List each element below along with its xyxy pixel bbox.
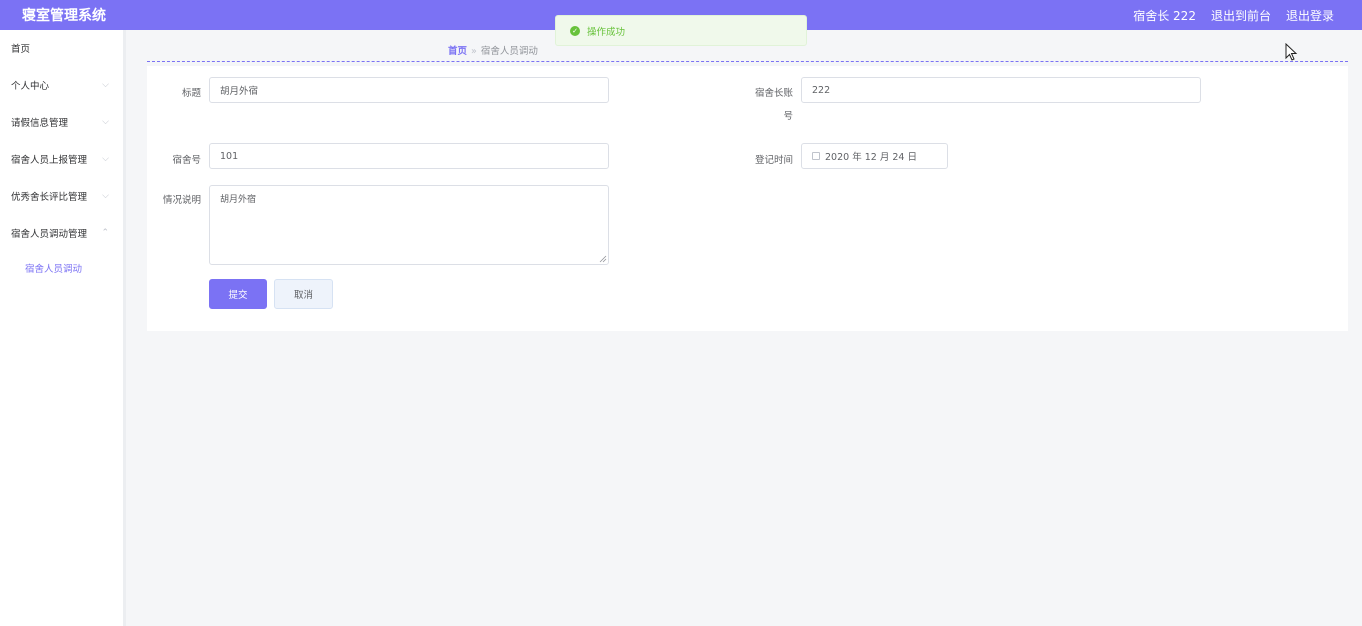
- sidebar-item-label: 请假信息管理: [11, 117, 69, 129]
- cancel-button[interactable]: 取消: [274, 279, 333, 309]
- sidebar-subitem-transfer[interactable]: 宿舍人员调动: [0, 251, 123, 285]
- sidebar-item-leave-management[interactable]: 请假信息管理 ⌵: [0, 103, 123, 140]
- breadcrumb-home[interactable]: 首页: [448, 46, 467, 57]
- chevron-down-icon: ⌵: [102, 116, 109, 127]
- breadcrumb-separator: »: [471, 46, 477, 57]
- chevron-down-icon: ⌵: [102, 79, 109, 90]
- sidebar-item-report-management[interactable]: 宿舍人员上报管理 ⌵: [0, 140, 123, 177]
- form-panel: 标题 胡月外宿 宿舍长账 号 222 宿舍号 101 登记时间 2020 年 1…: [147, 66, 1348, 331]
- check-circle-icon: ✓: [570, 25, 580, 36]
- title-label: 标题: [181, 88, 201, 99]
- sidebar-item-home[interactable]: 首页: [0, 30, 123, 66]
- room-input-value: 101: [220, 150, 239, 162]
- back-to-front-link[interactable]: 退出到前台: [1211, 7, 1271, 24]
- logout-link[interactable]: 退出登录: [1286, 7, 1334, 24]
- chevron-down-icon: ⌵: [102, 153, 109, 164]
- desc-label: 情况说明: [162, 195, 201, 206]
- leader-account-label: 宿舍长账 号: [733, 85, 793, 122]
- title-input-value: 胡月外宿: [220, 86, 259, 97]
- toast-message: 操作成功: [587, 26, 626, 38]
- sidebar-item-leader-evaluation[interactable]: 优秀舍长评比管理 ⌵: [0, 177, 123, 214]
- date-label: 登记时间: [754, 155, 793, 166]
- sidebar-item-label: 首页: [11, 44, 31, 55]
- calendar-icon: [812, 152, 820, 160]
- leader-account-value: 222: [812, 84, 831, 96]
- desc-textarea-value: 胡月外宿: [220, 195, 257, 205]
- leader-account-label-line2: 号: [783, 111, 793, 122]
- room-input[interactable]: 101: [209, 143, 609, 169]
- sidebar-item-transfer-management[interactable]: 宿舍人员调动管理 ⌃: [0, 214, 123, 251]
- breadcrumb: 首页 » 宿舍人员调动: [448, 43, 538, 57]
- breadcrumb-bar: 首页 » 宿舍人员调动: [147, 40, 1348, 62]
- mouse-cursor-icon: [1285, 43, 1298, 61]
- app-title: 寝室管理系统: [22, 8, 106, 24]
- desc-textarea[interactable]: 胡月外宿: [209, 185, 609, 265]
- leader-account-label-line1: 宿舍长账: [754, 88, 793, 99]
- title-input[interactable]: 胡月外宿: [209, 77, 609, 103]
- submit-button[interactable]: 提交: [209, 279, 267, 309]
- sidebar-item-label: 宿舍人员调动管理: [11, 228, 88, 240]
- resize-handle-icon[interactable]: [599, 255, 607, 263]
- date-value: 2020 年 12 月 24 日: [825, 152, 917, 163]
- sidebar-item-personal-center[interactable]: 个人中心 ⌵: [0, 66, 123, 103]
- leader-account-input[interactable]: 222: [801, 77, 1201, 103]
- chevron-down-icon: ⌵: [102, 190, 109, 201]
- sidebar-item-label: 个人中心: [11, 80, 50, 92]
- date-picker[interactable]: 2020 年 12 月 24 日: [801, 143, 948, 169]
- sidebar-subitem-label: 宿舍人员调动: [25, 264, 83, 275]
- user-label: 宿舍长 222: [1133, 8, 1196, 23]
- breadcrumb-current: 宿舍人员调动: [480, 46, 538, 57]
- sidebar: 首页 个人中心 ⌵ 请假信息管理 ⌵ 宿舍人员上报管理 ⌵ 优秀舍长评比管理 ⌵…: [0, 30, 126, 626]
- chevron-up-icon: ⌃: [101, 227, 109, 238]
- sidebar-item-label: 宿舍人员上报管理: [11, 154, 88, 166]
- sidebar-item-label: 优秀舍长评比管理: [11, 191, 88, 203]
- room-label: 宿舍号: [172, 155, 201, 166]
